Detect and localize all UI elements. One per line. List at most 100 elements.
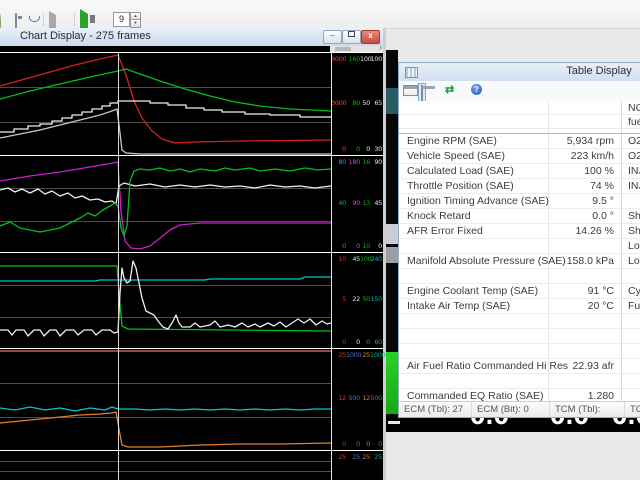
chart-pane-2[interactable]: 80 180 16 90 40 90 13 45 0 0 10 0 — [0, 155, 383, 252]
table-row[interactable]: NG — [399, 101, 640, 115]
table-row[interactable]: fue — [399, 115, 640, 129]
axis-label: 180 — [348, 158, 360, 166]
axis-label: 13 — [362, 199, 370, 207]
axis-label-row: 25 1000 25 1000 — [331, 351, 385, 359]
axis-label: 25 — [352, 453, 360, 461]
table-row[interactable]: Engine Coolant Temp (SAE)91 °CCyl — [399, 284, 640, 299]
table-row[interactable]: Throttle Position (SAE) 74 % INJ — [399, 179, 640, 194]
axis-label: 12 — [338, 394, 346, 402]
table-window-title: Table Display — [566, 65, 632, 77]
chart-pane-1[interactable]: 6000 160 100 100 3000 80 50 65 0 0 0 30 — [0, 52, 383, 155]
plot-gutter-divider — [331, 52, 332, 480]
chart-window-title: Chart Display - 275 frames — [20, 30, 151, 42]
param-value: 158.0 kPa — [566, 255, 614, 267]
param-value: 5,934 rpm — [566, 135, 614, 147]
application-window: 9 ▲ ▼ Chart Display - 275 frames – x › 6… — [0, 0, 640, 480]
param-value: 20 °C — [587, 300, 614, 312]
axis-label: 160 — [348, 55, 360, 63]
axis-label: 25 — [338, 453, 346, 461]
minimize-button[interactable]: – — [323, 30, 342, 44]
axis-label-row: 40 90 13 45 — [331, 199, 383, 207]
axis-label: 100 — [360, 255, 372, 263]
table-row[interactable]: Intake Air Temp (SAE) 20 °C Fue — [399, 299, 640, 314]
axis-label: 25 — [374, 453, 382, 461]
axis-label: 0 — [356, 242, 360, 250]
axis-label: 5 — [342, 295, 346, 303]
table-rows: NG fue Engine RPM (SAE) 5,934 rpm O2 Vehicle … — [399, 101, 640, 404]
axis-label-row: 80 180 16 90 — [331, 158, 383, 166]
axis-label: 6000 — [331, 55, 347, 63]
axis-label: 80 — [352, 99, 360, 107]
table-row[interactable] — [399, 314, 640, 329]
gauge-fragment — [386, 224, 398, 244]
axis-label: 25 — [362, 351, 370, 359]
table-titlebar[interactable]: Table Display — [399, 63, 640, 82]
axis-label: 80 — [338, 158, 346, 166]
param-name-col2: O2 — [628, 150, 640, 162]
status-cell: TCM — [630, 404, 640, 415]
axis-label-row: 5 22 50 150 — [331, 295, 383, 303]
axis-label: 30 — [374, 145, 382, 153]
param-name-col2: Lon — [628, 255, 640, 267]
table-row[interactable]: Engine RPM (SAE) 5,934 rpm O2 — [399, 134, 640, 149]
axis-label: 60 — [374, 338, 382, 346]
table-row[interactable] — [399, 344, 640, 359]
table-view-icon[interactable] — [403, 85, 418, 96]
table-toolbar: ⇄ ? — [399, 81, 640, 107]
chart-titlebar[interactable]: Chart Display - 275 frames – x — [0, 28, 383, 47]
axis-label: 0 — [342, 242, 346, 250]
background-gauge-window — [386, 50, 398, 418]
table-row[interactable]: Ignition Timing Advance (SAE) 9.5 ° — [399, 194, 640, 209]
chart-pane-4[interactable]: 25 1000 25 1000 12 500 12 500 0 0 0 0 — [0, 348, 386, 450]
gauge-readout: 0.0 — [612, 418, 640, 430]
maximize-button[interactable] — [342, 30, 361, 44]
table-row[interactable]: AFR Error Fixed 14.26 % Sho — [399, 224, 640, 239]
param-name: AFR Error Fixed — [407, 225, 483, 237]
chart-cursor-line[interactable] — [118, 52, 119, 480]
param-name-col2: O2 — [628, 135, 640, 147]
axis-label: 16 — [362, 158, 370, 166]
app-toolbar: 9 ▲ ▼ — [0, 0, 640, 36]
scrollbar-thumb[interactable] — [335, 47, 351, 51]
param-value: 14.26 % — [575, 225, 614, 237]
axis-label: 0 — [366, 338, 370, 346]
table-row[interactable]: Air Fuel Ratio Commanded Hi Res 22.93 afr — [399, 359, 640, 374]
chart-display-window: Chart Display - 275 frames – x › 6000 160… — [0, 28, 386, 480]
table-row[interactable] — [399, 269, 640, 284]
help-icon[interactable]: ? — [471, 84, 482, 95]
axis-label: 1000 — [346, 351, 362, 359]
param-value: 22.93 afr — [572, 360, 614, 372]
status-cell: ECM (Bit): 0 — [472, 402, 550, 417]
axis-label: 3000 — [331, 99, 347, 107]
spinner-down-icon[interactable]: ▼ — [130, 19, 141, 28]
table-row[interactable]: Knock Retard 0.0 ° Sho — [399, 209, 640, 224]
param-name: Calculated Load (SAE) — [407, 165, 514, 177]
param-name: Intake Air Temp (SAE) — [407, 300, 511, 312]
param-name-col2: INJ — [628, 165, 640, 177]
table-row[interactable] — [399, 329, 640, 344]
param-value: 9.5 ° — [592, 195, 614, 207]
frame-spinner[interactable]: 9 ▲ ▼ — [113, 12, 141, 28]
table-row[interactable]: Calculated Load (SAE) 100 % INJ — [399, 164, 640, 179]
chart-content: › 6000 160 100 100 3000 80 50 65 0 0 0 30 80 180 16 90 4… — [0, 43, 386, 480]
scroll-right-icon[interactable]: › — [379, 43, 382, 52]
chart-pane-5[interactable]: 25 25 25 25 — [0, 450, 383, 480]
close-button[interactable]: x — [361, 30, 380, 44]
status-cell: ECM (Tbl): 27 — [399, 402, 472, 417]
table-row[interactable]: Vehicle Speed (SAE) 223 km/h O2 — [399, 149, 640, 164]
gauge-fragment — [386, 247, 398, 263]
param-value: 100 % — [584, 165, 614, 177]
axis-label: 0 — [366, 145, 370, 153]
frame-spinner-value[interactable]: 9 — [113, 12, 130, 27]
table-row[interactable]: Manifold Absolute Pressure (SAE) 158.0 kP… — [399, 254, 640, 269]
gauge-fragment — [386, 88, 398, 114]
table-row[interactable]: Lon — [399, 239, 640, 254]
axis-label-row: 3000 80 50 65 — [331, 99, 383, 107]
param-name-col2: NG — [628, 102, 640, 114]
axis-label: 100 — [360, 55, 372, 63]
axis-label: 40 — [338, 199, 346, 207]
axis-label: 10 — [362, 242, 370, 250]
table-row[interactable] — [399, 374, 640, 389]
refresh-icon[interactable]: ⇄ — [445, 83, 454, 96]
chart-pane-3[interactable]: 10 45 100 240 5 22 50 150 0 0 0 60 — [0, 252, 383, 348]
